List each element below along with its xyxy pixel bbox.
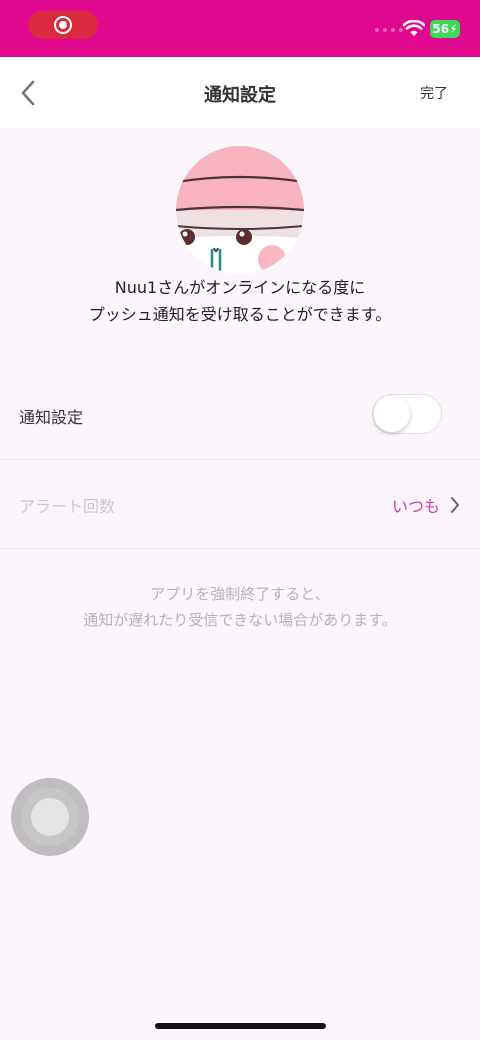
notification-toggle[interactable] bbox=[372, 394, 442, 434]
chevron-right-icon bbox=[451, 497, 459, 513]
description-line-2: プッシュ通知を受け取ることができます。 bbox=[88, 305, 392, 324]
assistive-touch-button[interactable] bbox=[11, 778, 89, 856]
status-bar: 56⚡ bbox=[0, 0, 480, 57]
description-line-1: Nuu1さんがオンラインになる度に bbox=[114, 278, 366, 297]
assistive-touch-ring bbox=[21, 788, 79, 846]
navigation-bar: 通知設定 完了 bbox=[0, 57, 480, 128]
alert-count-label: アラート回数 bbox=[19, 497, 116, 516]
battery-level: 56 bbox=[432, 22, 450, 36]
done-button[interactable]: 完了 bbox=[420, 83, 448, 103]
alert-count-row[interactable]: アラート回数 いつも bbox=[0, 461, 480, 549]
assistive-touch-core bbox=[31, 798, 69, 836]
cellular-signal-icon bbox=[375, 28, 403, 32]
avatar bbox=[176, 146, 304, 274]
wifi-icon bbox=[403, 20, 425, 36]
note-line-2: 通知が遅れたり受信できない場合があります。 bbox=[83, 611, 397, 629]
toggle-knob bbox=[374, 396, 410, 432]
battery-charging-icon: 56⚡ bbox=[430, 20, 460, 38]
note-line-1: アプリを強制終了すると、 bbox=[150, 585, 330, 603]
home-indicator[interactable] bbox=[155, 1023, 326, 1029]
screen-recording-indicator[interactable] bbox=[28, 11, 98, 39]
notification-setting-row: 通知設定 bbox=[0, 372, 480, 460]
bolt-icon: ⚡ bbox=[449, 22, 458, 36]
alert-count-value: いつも bbox=[391, 497, 440, 516]
character-avatar-image bbox=[176, 146, 304, 274]
record-icon bbox=[54, 16, 72, 34]
notification-setting-label: 通知設定 bbox=[19, 408, 84, 427]
page-title: 通知設定 bbox=[204, 85, 276, 106]
